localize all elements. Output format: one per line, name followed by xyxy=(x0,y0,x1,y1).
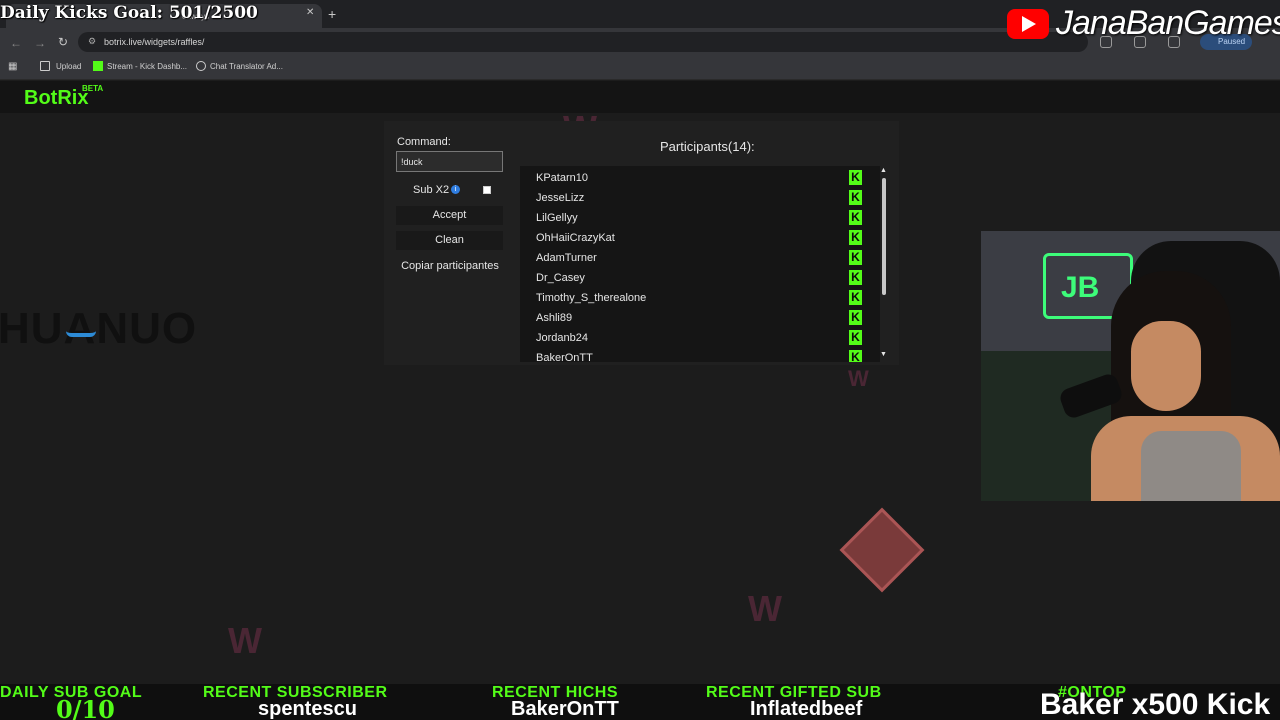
command-input[interactable] xyxy=(396,151,503,172)
info-icon[interactable]: i xyxy=(451,185,460,194)
clean-button[interactable]: Clean xyxy=(396,231,503,250)
list-item[interactable]: Jordanb24 K xyxy=(536,327,866,347)
participant-name: OhHaiiCrazyKat xyxy=(536,232,615,244)
forward-icon[interactable]: → xyxy=(34,36,46,50)
kick-icon: K xyxy=(849,290,862,305)
copy-participants-button[interactable]: Copiar participantes xyxy=(396,260,504,272)
brand-logo[interactable]: BotRix xyxy=(24,87,88,110)
apps-grid-icon[interactable]: ▦ xyxy=(8,61,18,72)
background-logo-arc xyxy=(66,331,96,337)
bookmark-upload[interactable]: Upload xyxy=(56,62,81,71)
participant-name: JesseLizz xyxy=(536,192,585,204)
scroll-down-icon[interactable]: ▼ xyxy=(880,351,887,358)
participant-name: Ashli89 xyxy=(536,312,573,324)
bookmark-chat-translator[interactable]: Chat Translator Ad... xyxy=(210,62,283,71)
participants-list[interactable]: KPatarn10 K JesseLizz K LilGellyy K OhHaiiC… xyxy=(520,166,880,362)
youtube-play-icon xyxy=(1022,16,1036,32)
site-info-icon[interactable]: ⚙ xyxy=(88,36,98,46)
app-header xyxy=(0,81,1280,113)
kick-icon: K xyxy=(849,350,862,362)
channel-name: JanaBanGames xyxy=(1056,4,1280,42)
participant-name: LilGellyy xyxy=(536,212,578,224)
new-tab-icon[interactable]: + xyxy=(328,6,336,22)
kick-icon xyxy=(93,61,103,71)
neon-sign-text: JB xyxy=(1061,271,1100,304)
globe-icon xyxy=(196,61,206,71)
participant-name: Dr_Casey xyxy=(536,272,585,284)
w-decoration: W xyxy=(228,620,262,661)
streamer-top xyxy=(1141,431,1241,501)
bookmarks-bar xyxy=(0,56,1280,80)
command-label: Command: xyxy=(397,136,451,148)
list-item[interactable]: Timothy_S_therealone K xyxy=(536,287,866,307)
webcam-feed: JB xyxy=(981,231,1280,501)
kick-icon: K xyxy=(849,270,862,285)
list-item[interactable]: LilGellyy K xyxy=(536,207,866,227)
recent-subscriber-value: spentescu xyxy=(258,698,357,720)
participant-name: Jordanb24 xyxy=(536,332,588,344)
tab-close-icon[interactable]: ✕ xyxy=(306,8,316,18)
bookmark-kick-dashboard[interactable]: Stream - Kick Dashb... xyxy=(107,62,187,71)
sub-x2-checkbox[interactable] xyxy=(483,186,491,194)
list-item[interactable]: BakerOnTT K xyxy=(536,347,866,362)
address-bar[interactable] xyxy=(78,32,1088,52)
participant-name: Timothy_S_therealone xyxy=(536,292,647,304)
daily-kicks-goal: Daily Kicks Goal: 501/2500 xyxy=(0,3,258,23)
floating-diamond-sticker xyxy=(839,507,925,593)
kick-icon: K xyxy=(849,170,862,185)
folder-icon xyxy=(40,61,50,71)
sub-x2-label: Sub X2 xyxy=(413,184,450,196)
participant-name: AdamTurner xyxy=(536,252,597,264)
participants-title: Participants(14): xyxy=(660,139,755,154)
list-item[interactable]: KPatarn10 K xyxy=(536,167,866,187)
list-item[interactable]: JesseLizz K xyxy=(536,187,866,207)
list-item[interactable]: OhHaiiCrazyKat K xyxy=(536,227,866,247)
kick-icon: K xyxy=(849,250,862,265)
background-logo: HUANUO xyxy=(0,304,198,353)
kick-icon: K xyxy=(849,330,862,345)
w-decoration: W xyxy=(748,588,782,629)
reload-icon[interactable]: ↻ xyxy=(58,35,68,49)
accept-button[interactable]: Accept xyxy=(396,206,503,225)
w-decoration: W xyxy=(848,366,869,391)
recent-gifted-value: Inflatedbeef xyxy=(750,698,863,720)
participant-name: KPatarn10 xyxy=(536,172,588,184)
scrollbar-thumb[interactable] xyxy=(882,178,886,295)
beta-badge: BETA xyxy=(82,84,104,93)
recent-kicks-value: BakerOnTT xyxy=(511,698,619,720)
list-item[interactable]: Dr_Casey K xyxy=(536,267,866,287)
stream-scene: eaways ✕ + ← → ↻ ⚙ botrix.live/widgets/r… xyxy=(0,0,1280,720)
daily-sub-goal-value: 0/10 xyxy=(56,695,115,720)
kick-icon: K xyxy=(849,230,862,245)
kick-icon: K xyxy=(849,310,862,325)
participant-name: BakerOnTT xyxy=(536,352,593,362)
list-item[interactable]: Ashli89 K xyxy=(536,307,866,327)
back-icon[interactable]: ← xyxy=(10,36,22,50)
streamer-face xyxy=(1131,321,1201,411)
list-item[interactable]: AdamTurner K xyxy=(536,247,866,267)
scroll-up-icon[interactable]: ▲ xyxy=(880,167,887,174)
kick-icon: K xyxy=(849,190,862,205)
kick-icon: K xyxy=(849,210,862,225)
ontop-value: Baker x500 Kick xyxy=(1040,688,1271,720)
url-text: botrix.live/widgets/raffles/ xyxy=(104,37,205,47)
